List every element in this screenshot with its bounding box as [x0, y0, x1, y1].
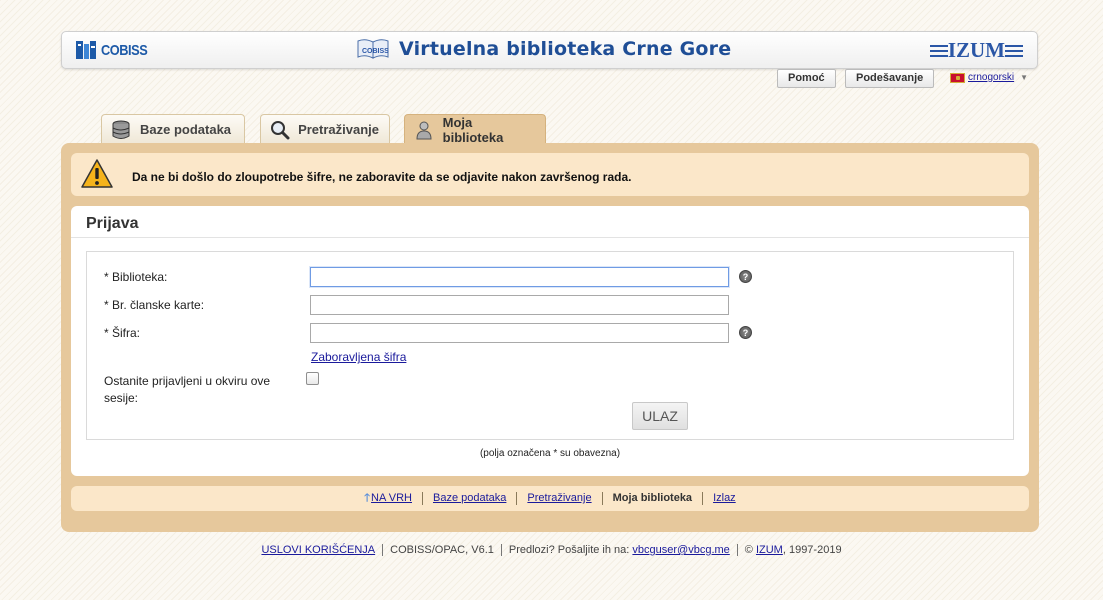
password-help-icon[interactable]: ?	[739, 326, 752, 339]
user-icon	[413, 119, 435, 141]
warning-text: Da ne bi došlo do zloupotrebe šifre, ne …	[132, 170, 632, 184]
site-footer: USLOVI KORIŠĆENJA COBISS/OPAC, V6.1 Pred…	[0, 544, 1103, 556]
nav-search-link[interactable]: Pretraživanje	[527, 492, 591, 504]
izum-logo-text: IZUM	[947, 38, 1005, 62]
suggest-text: Predlozi? Pošaljite ih na:	[508, 544, 630, 556]
tab-databases[interactable]: Baze podataka	[101, 114, 245, 144]
cobiss-logo-text: COBISS	[101, 41, 148, 59]
nav-item-exit[interactable]: Izlaz	[702, 492, 746, 505]
izum-logo[interactable]: IZUM	[929, 38, 1023, 63]
card-number-input[interactable]	[310, 295, 729, 315]
card-number-label: * Br. članske karte:	[104, 298, 205, 312]
nav-item-search[interactable]: Pretraživanje	[516, 492, 601, 505]
tab-my-library-label: Moja biblioteka	[442, 114, 504, 145]
login-title: Prijava	[86, 215, 139, 232]
remember-label: Ostanite prijavljeni u okviru ove sesije…	[104, 374, 271, 405]
tab-search-label: Pretraživanje	[298, 122, 379, 137]
copyright-years: , 1997-2019	[782, 544, 842, 556]
izum-link[interactable]: IZUM	[756, 544, 783, 556]
settings-button[interactable]: Podešavanje	[845, 69, 935, 88]
forgot-password-link[interactable]: Zaboravljena šifra	[311, 350, 406, 364]
nav-exit-link[interactable]: Izlaz	[713, 492, 736, 504]
database-icon	[110, 119, 132, 141]
chevron-down-icon[interactable]: ▼	[1020, 73, 1028, 82]
bottom-navigation: 🡑NA VRH Baze podataka Pretraživanje Moja…	[71, 486, 1029, 511]
book-logo-icon: COBISS	[357, 39, 389, 59]
cobiss-logo[interactable]: COBISS	[75, 38, 156, 62]
footer-terms[interactable]: USLOVI KORIŠĆENJA	[254, 544, 382, 556]
language-link[interactable]: crnogorski	[968, 72, 1014, 83]
password-input[interactable]	[310, 323, 729, 343]
tab-databases-label: Baze podataka	[140, 122, 232, 137]
warning-message: Da ne bi došlo do zloupotrebe šifre, ne …	[71, 153, 1029, 196]
language-selector[interactable]: crnogorski ▼	[950, 72, 1028, 83]
magnifier-icon	[269, 119, 290, 141]
password-label: * Šifra:	[104, 326, 141, 340]
divider	[71, 237, 1029, 238]
terms-link[interactable]: USLOVI KORIŠĆENJA	[261, 544, 375, 556]
montenegro-flag-icon	[950, 72, 965, 83]
site-header: COBISS COBISS Virtuelna biblioteka Crne …	[61, 31, 1038, 69]
izum-lines-left-icon	[929, 44, 948, 57]
warning-icon	[81, 159, 113, 188]
footer-suggestions: Predlozi? Pošaljite ih na: vbcguser@vbcg…	[500, 544, 737, 556]
library-label: * Biblioteka:	[104, 270, 168, 284]
main-panel: Da ne bi došlo do zloupotrebe šifre, ne …	[61, 143, 1039, 532]
site-title: COBISS Virtuelna biblioteka Crne Gore	[355, 37, 731, 61]
login-box: Prijava * Biblioteka: ? * Br. članske ka…	[71, 206, 1029, 476]
mandatory-note: (polja označena * su obavezna)	[479, 448, 621, 459]
nav-item-databases[interactable]: Baze podataka	[422, 492, 516, 505]
library-input[interactable]	[310, 267, 729, 287]
tab-search[interactable]: Pretraživanje	[260, 114, 390, 144]
nav-item-top[interactable]: 🡑NA VRH	[354, 492, 422, 505]
cobiss-emblem-icon	[76, 41, 96, 59]
nav-databases-link[interactable]: Baze podataka	[433, 492, 506, 504]
remember-checkbox[interactable]	[306, 372, 319, 385]
library-help-icon[interactable]: ?	[739, 270, 752, 283]
login-button[interactable]: ULAZ	[632, 402, 688, 430]
izum-lines-right-icon	[1005, 44, 1023, 57]
nav-top-link[interactable]: NA VRH	[371, 492, 412, 504]
help-button[interactable]: Pomoć	[777, 69, 836, 88]
copyright-symbol: ©	[744, 544, 753, 556]
footer-copyright: © IZUM, 1997-2019	[736, 544, 849, 556]
footer-version: COBISS/OPAC, V6.1	[382, 544, 501, 556]
login-form: * Biblioteka: ? * Br. članske karte: * Š…	[86, 251, 1014, 440]
email-link[interactable]: vbcguser@vbcg.me	[632, 544, 729, 556]
nav-item-my-library: Moja biblioteka	[601, 492, 702, 505]
svg-text:COBISS: COBISS	[362, 48, 389, 55]
arrow-up-icon: 🡑	[364, 492, 371, 504]
tab-my-library[interactable]: Moja biblioteka	[404, 114, 546, 145]
page-title: Virtuelna biblioteka Crne Gore	[399, 38, 732, 60]
